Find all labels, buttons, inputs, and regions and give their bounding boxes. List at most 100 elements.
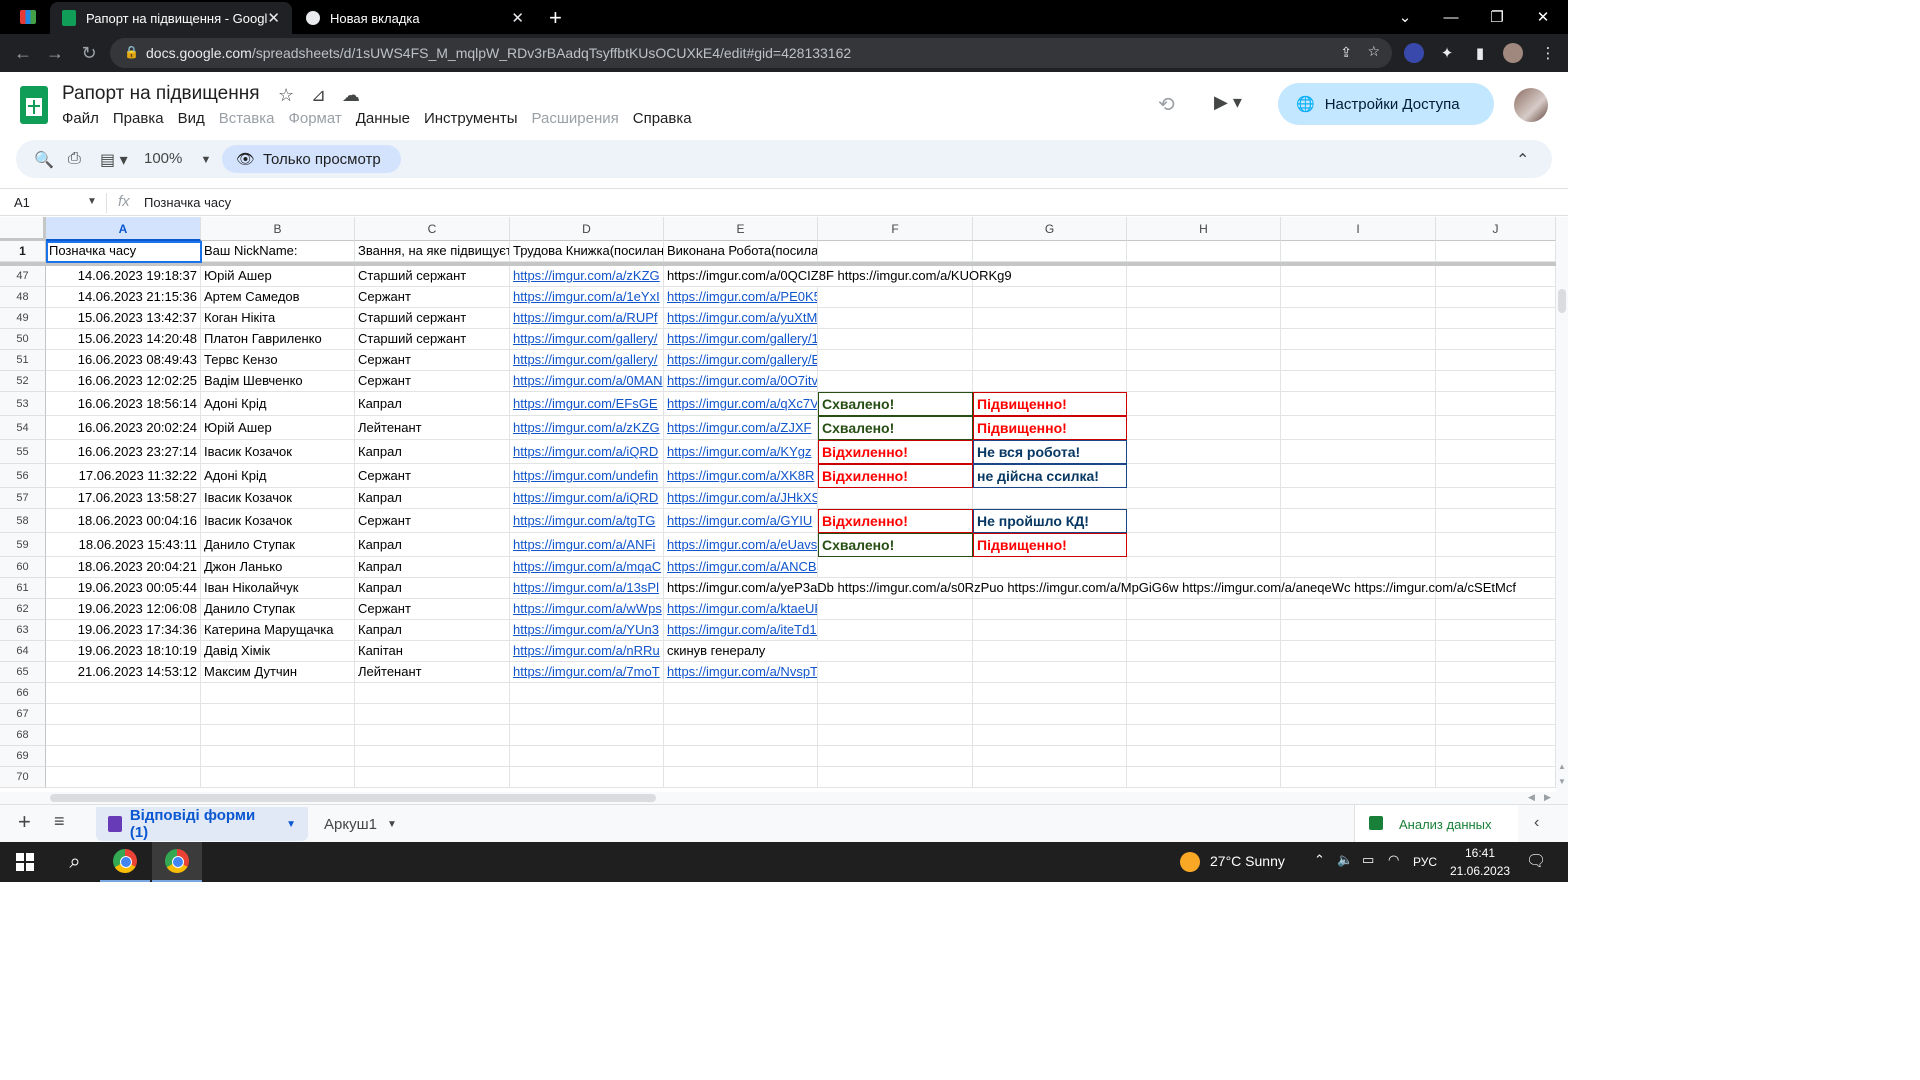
row-header[interactable]: 58	[0, 509, 46, 533]
row-header[interactable]: 53	[0, 392, 46, 416]
horizontal-scrollbar[interactable]: ◀ ▶	[0, 792, 1568, 804]
table-cell[interactable]	[973, 599, 1127, 620]
tab-list-icon[interactable]: ⌄	[1382, 0, 1428, 34]
table-cell[interactable]: 17.06.2023 11:32:22	[46, 464, 201, 488]
table-cell[interactable]	[1127, 767, 1281, 788]
row-header[interactable]: 52	[0, 371, 46, 392]
table-cell[interactable]	[1436, 416, 1556, 440]
search-menus-icon[interactable]: 🔍	[34, 150, 54, 170]
notifications-icon[interactable]: 🗨	[1526, 851, 1546, 871]
table-cell[interactable]	[818, 350, 973, 371]
table-cell[interactable]	[1281, 725, 1436, 746]
table-cell[interactable]	[201, 746, 355, 767]
vertical-scrollbar[interactable]: ▲ ▼	[1556, 217, 1568, 792]
windows-start-icon[interactable]	[0, 842, 50, 882]
row-header[interactable]: 57	[0, 488, 46, 509]
table-cell[interactable]	[973, 488, 1127, 509]
link-cell[interactable]: https://imgur.com/gallery/1Ly4ji1	[664, 329, 818, 350]
scroll-left-icon[interactable]: ◀	[1528, 792, 1535, 803]
table-cell[interactable]: Юрій Ашер	[201, 416, 355, 440]
table-cell[interactable]: Капітан	[355, 641, 510, 662]
link-cell[interactable]: https://imgur.com/gallery/	[510, 329, 664, 350]
link-cell[interactable]: https://imgur.com/a/YUn3	[510, 620, 664, 641]
star-icon[interactable]: ☆	[278, 85, 294, 106]
table-cell[interactable]	[973, 767, 1127, 788]
table-cell[interactable]	[355, 725, 510, 746]
table-cell[interactable]: Сержант	[355, 464, 510, 488]
table-cell[interactable]: Лейтенант	[355, 662, 510, 683]
table-cell[interactable]	[355, 746, 510, 767]
table-cell[interactable]: Вадім Шевченко	[201, 371, 355, 392]
row-header[interactable]: 60	[0, 557, 46, 578]
share-button[interactable]: 🌐 Настройки Доступа	[1278, 83, 1494, 125]
table-cell[interactable]: 19.06.2023 18:10:19	[46, 641, 201, 662]
row-header[interactable]: 51	[0, 350, 46, 371]
status-cell[interactable]: Відхиленно!	[818, 509, 973, 533]
row-header[interactable]: 56	[0, 464, 46, 488]
scroll-down-icon[interactable]: ▼	[1558, 777, 1566, 786]
column-header-b[interactable]: B	[201, 217, 355, 241]
status-cell[interactable]: Схвалено!	[818, 416, 973, 440]
row-header[interactable]: 67	[0, 704, 46, 725]
table-cell[interactable]	[1281, 488, 1436, 509]
verdict-cell[interactable]: Підвищенно!	[973, 533, 1127, 557]
name-box[interactable]: A1	[14, 195, 30, 210]
table-cell[interactable]: Капрал	[355, 392, 510, 416]
header-cell[interactable]	[818, 241, 973, 262]
table-cell[interactable]	[1127, 704, 1281, 725]
menu-help[interactable]: Справка	[633, 110, 692, 127]
table-cell[interactable]	[973, 641, 1127, 662]
table-cell[interactable]	[1127, 371, 1281, 392]
table-cell[interactable]: Давід Хімік	[201, 641, 355, 662]
version-history-icon[interactable]: ⟲	[1158, 92, 1175, 117]
table-cell[interactable]	[818, 488, 973, 509]
table-cell[interactable]: Максим Дутчин	[201, 662, 355, 683]
table-cell[interactable]: Старший сержант	[355, 329, 510, 350]
table-cell[interactable]	[46, 683, 201, 704]
row-header[interactable]: 68	[0, 725, 46, 746]
table-cell[interactable]	[818, 704, 973, 725]
table-cell[interactable]	[46, 767, 201, 788]
row-header[interactable]: 1	[0, 241, 46, 262]
table-cell[interactable]: 15.06.2023 13:42:37	[46, 308, 201, 329]
print-icon[interactable]: ⎙	[68, 150, 81, 168]
table-cell[interactable]	[1127, 683, 1281, 704]
table-cell[interactable]	[664, 704, 818, 725]
header-cell[interactable]: Звання, на яке підвищуєтесь:	[355, 241, 510, 262]
table-cell[interactable]	[818, 641, 973, 662]
weather-sun-icon[interactable]	[1180, 852, 1200, 872]
scroll-thumb[interactable]	[50, 794, 656, 802]
table-cell[interactable]: Лейтенант	[355, 416, 510, 440]
sheet-tab-sheet1[interactable]: Аркуш1 ▼	[312, 807, 409, 841]
table-cell[interactable]: Івасик Козачок	[201, 488, 355, 509]
row-header[interactable]: 49	[0, 308, 46, 329]
link-cell[interactable]: https://imgur.com/a/ANCBOxB	[664, 557, 818, 578]
clock-time[interactable]: 16:41	[1465, 846, 1495, 860]
table-cell[interactable]	[1436, 767, 1556, 788]
table-cell[interactable]	[1281, 599, 1436, 620]
table-cell[interactable]	[1281, 746, 1436, 767]
row-header[interactable]: 63	[0, 620, 46, 641]
link-cell[interactable]: https://imgur.com/a/qXc7V	[664, 392, 818, 416]
row-header[interactable]: 65	[0, 662, 46, 683]
link-cell[interactable]: https://imgur.com/a/nRRu	[510, 641, 664, 662]
link-cell[interactable]: https://imgur.com/a/1eYxI	[510, 287, 664, 308]
table-cell[interactable]	[1436, 533, 1556, 557]
table-cell[interactable]	[1436, 641, 1556, 662]
table-cell[interactable]	[818, 287, 973, 308]
table-cell[interactable]	[1281, 533, 1436, 557]
link-cell[interactable]: https://imgur.com/gallery/E6UZpv2	[664, 350, 818, 371]
table-cell[interactable]	[355, 683, 510, 704]
table-cell[interactable]	[664, 767, 818, 788]
link-cell[interactable]: https://imgur.com/a/ktaeUFm	[664, 599, 818, 620]
table-cell[interactable]: Іван Ніколайчук	[201, 578, 355, 599]
table-cell[interactable]	[1281, 767, 1436, 788]
table-cell[interactable]: https://imgur.com/a/0QCIZ8F https://imgu…	[664, 266, 1012, 287]
table-cell[interactable]	[1127, 392, 1281, 416]
column-header-i[interactable]: I	[1281, 217, 1436, 241]
table-cell[interactable]	[510, 767, 664, 788]
table-cell[interactable]	[510, 683, 664, 704]
table-cell[interactable]	[1436, 350, 1556, 371]
profile-avatar[interactable]	[1503, 43, 1523, 63]
verdict-cell[interactable]: не дійсна ссилка!	[973, 464, 1127, 488]
